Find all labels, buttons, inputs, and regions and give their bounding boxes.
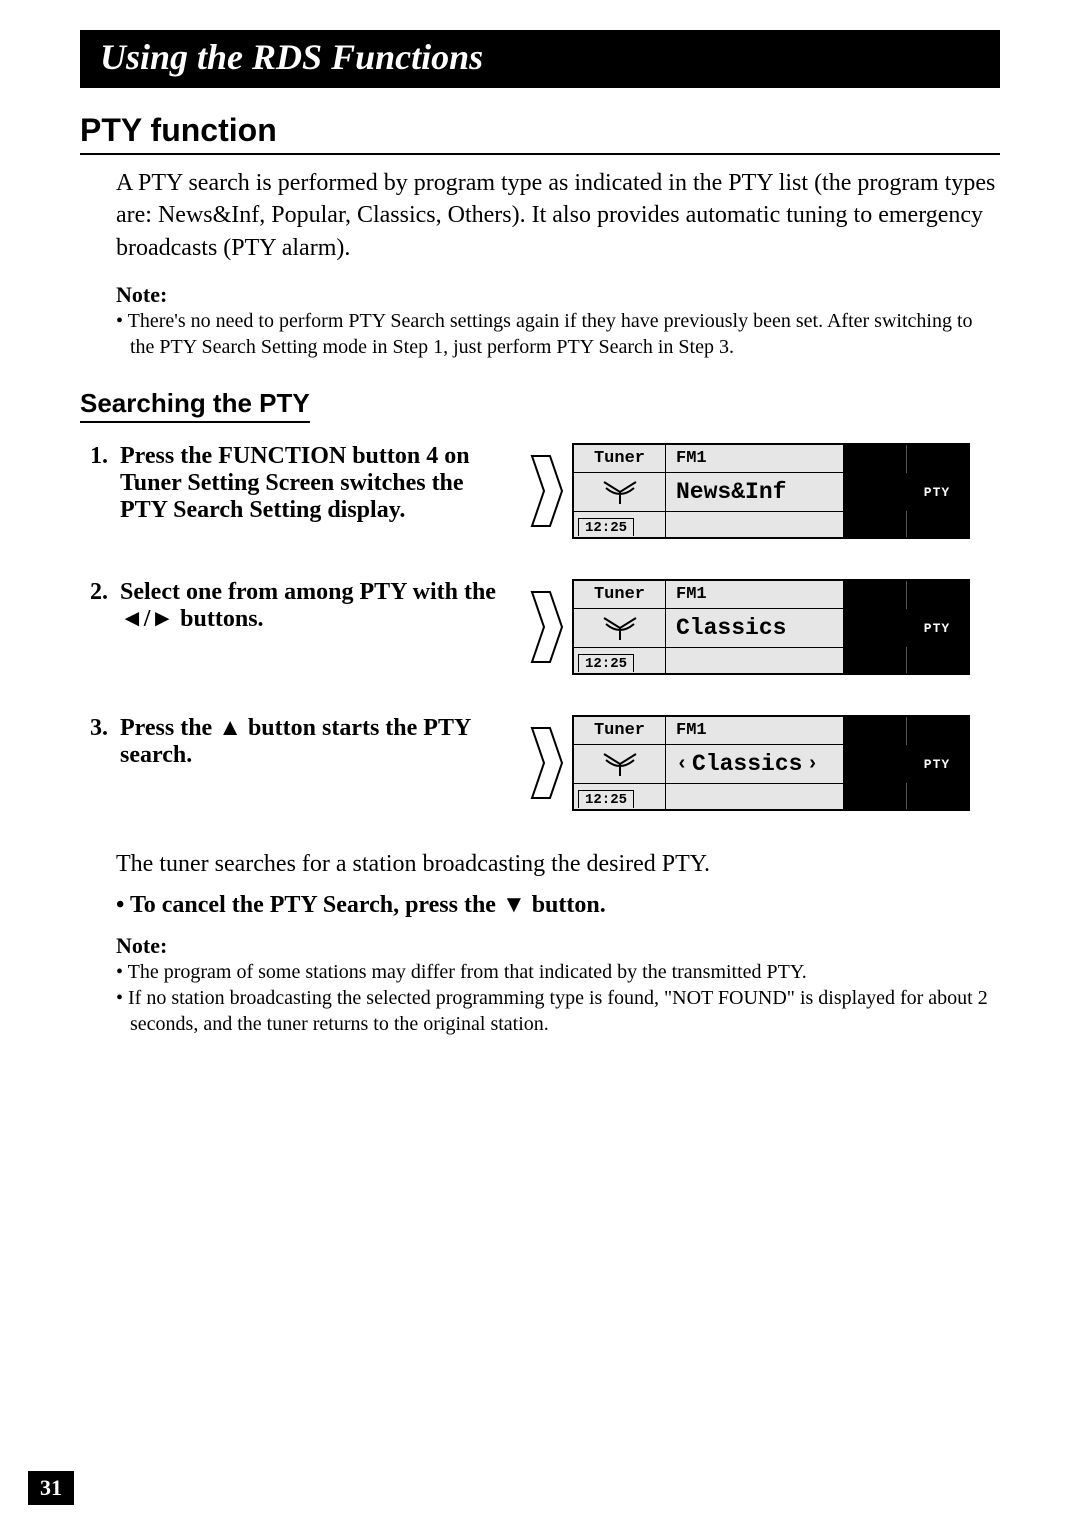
lcd-black-cell — [844, 445, 906, 473]
page-number: 31 — [28, 1471, 74, 1505]
section-title: PTY function — [80, 112, 1000, 155]
lcd-black-cell — [906, 717, 968, 745]
lcd-black-cell — [906, 647, 968, 673]
lcd-black-cell — [906, 581, 968, 609]
note-item: The program of some stations may differ … — [116, 959, 1000, 985]
step-number: 2. — [90, 579, 120, 633]
intro-paragraph: A PTY search is performed by program typ… — [116, 167, 1000, 264]
lcd-black-cell — [844, 473, 906, 511]
lcd-display-1: Tuner FM1 News&Inf PTY 12:25 — [572, 443, 970, 539]
lcd-tuner-label: Tuner — [574, 581, 666, 609]
lcd-black-cell — [844, 511, 906, 537]
lcd-time: 12:25 — [574, 783, 666, 809]
antenna-icon — [574, 473, 666, 511]
lcd-black-cell — [844, 717, 906, 745]
lcd-main-text-searching: Classics — [666, 745, 844, 783]
lcd-black-cell — [906, 511, 968, 537]
step-instruction: Select one from among PTY with the ◄/► b… — [120, 579, 510, 633]
step-3: 3. Press the ▲ button starts the PTY sea… — [90, 715, 1000, 811]
lcd-tuner-label: Tuner — [574, 445, 666, 473]
lcd-black-cell — [844, 783, 906, 809]
step-2: 2. Select one from among PTY with the ◄/… — [90, 579, 1000, 675]
lcd-black-cell — [844, 609, 906, 647]
pointer-icon — [530, 726, 564, 800]
antenna-icon — [574, 609, 666, 647]
step-instruction: Press the ▲ button starts the PTY search… — [120, 715, 510, 769]
after-steps-text: The tuner searches for a station broadca… — [116, 851, 1000, 878]
step-1: 1. Press the FUNCTION button 4 on Tuner … — [90, 443, 1000, 539]
lcd-black-cell — [844, 581, 906, 609]
lcd-empty — [666, 647, 844, 673]
subsection-title: Searching the PTY — [80, 388, 310, 423]
lcd-pty-badge: PTY — [906, 609, 968, 647]
lcd-black-cell — [906, 445, 968, 473]
chapter-title: Using the RDS Functions — [80, 30, 1000, 88]
steps-container: 1. Press the FUNCTION button 4 on Tuner … — [90, 443, 1000, 811]
note-item: If no station broadcasting the selected … — [116, 985, 1000, 1037]
pointer-icon — [530, 590, 564, 664]
lcd-black-cell — [906, 783, 968, 809]
step-number: 1. — [90, 443, 120, 524]
lcd-display-3: Tuner FM1 Classics PTY 12:25 — [572, 715, 970, 811]
note-list-1: There's no need to perform PTY Search se… — [116, 308, 1000, 360]
lcd-time: 12:25 — [574, 511, 666, 537]
note-list-2: The program of some stations may differ … — [116, 959, 1000, 1037]
lcd-band: FM1 — [666, 581, 844, 609]
lcd-display-2: Tuner FM1 Classics PTY 12:25 — [572, 579, 970, 675]
lcd-tuner-label: Tuner — [574, 717, 666, 745]
note-label-2: Note: — [116, 933, 1000, 959]
lcd-time: 12:25 — [574, 647, 666, 673]
lcd-pty-badge: PTY — [906, 473, 968, 511]
note-item: There's no need to perform PTY Search se… — [116, 308, 1000, 360]
lcd-main-text: Classics — [666, 609, 844, 647]
lcd-empty — [666, 511, 844, 537]
lcd-black-cell — [844, 647, 906, 673]
cancel-instruction: To cancel the PTY Search, press the ▼ bu… — [116, 892, 1000, 919]
lcd-pty-badge: PTY — [906, 745, 968, 783]
step-number: 3. — [90, 715, 120, 769]
lcd-band: FM1 — [666, 717, 844, 745]
pointer-icon — [530, 454, 564, 528]
note-label: Note: — [116, 282, 1000, 308]
lcd-main-text: News&Inf — [666, 473, 844, 511]
lcd-empty — [666, 783, 844, 809]
antenna-icon — [574, 745, 666, 783]
lcd-black-cell — [844, 745, 906, 783]
step-instruction: Press the FUNCTION button 4 on Tuner Set… — [120, 443, 510, 524]
lcd-band: FM1 — [666, 445, 844, 473]
